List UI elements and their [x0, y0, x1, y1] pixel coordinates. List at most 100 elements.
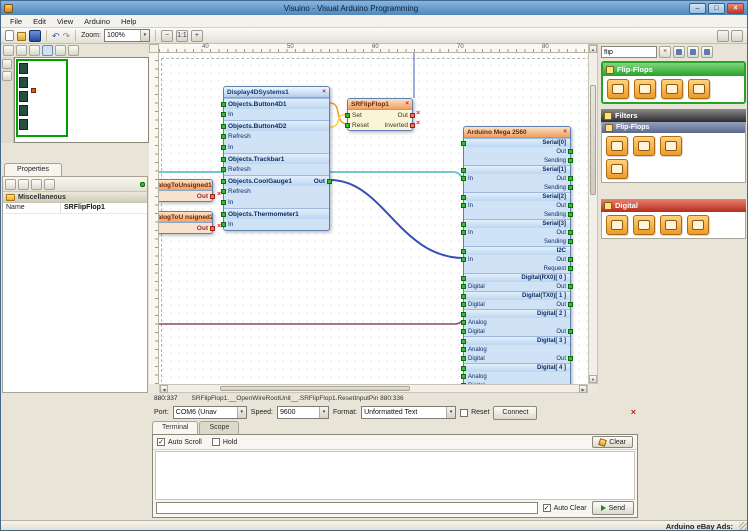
input-pin[interactable]	[221, 124, 226, 129]
undo-icon[interactable]: ↶	[52, 30, 60, 42]
input-pin[interactable]	[345, 113, 350, 118]
tab-properties[interactable]: Properties	[4, 163, 62, 176]
hold-checkbox[interactable]: Hold	[212, 438, 237, 446]
output-pin[interactable]	[210, 194, 215, 199]
navigator-tool-icon[interactable]	[3, 45, 14, 56]
checkbox-box[interactable]	[460, 409, 468, 417]
menu-item[interactable]: View	[52, 16, 79, 27]
scroll-right-icon[interactable]: ▶	[579, 385, 587, 393]
output-pin[interactable]	[568, 230, 573, 235]
filter-component-icon[interactable]	[660, 136, 682, 156]
wire-coolgauge-i2c[interactable]	[330, 180, 464, 258]
input-pin[interactable]	[461, 302, 466, 307]
scroll-up-icon[interactable]: ▲	[589, 45, 597, 53]
component-header[interactable]: AnalogToUnsigned1	[159, 180, 212, 191]
input-pin[interactable]	[461, 356, 466, 361]
input-pin[interactable]	[461, 168, 466, 173]
flipflop-component-icon[interactable]	[688, 79, 710, 99]
pan-tool-icon[interactable]	[2, 59, 12, 69]
input-pin[interactable]	[221, 167, 226, 172]
minimize-button[interactable]: –	[689, 3, 706, 14]
input-pin[interactable]	[461, 230, 466, 235]
output-pin[interactable]	[568, 176, 573, 181]
input-pin[interactable]	[461, 312, 466, 317]
component-analogtounsigned2[interactable]: AnalogToU nsigned2 Out	[159, 211, 213, 234]
output-pin[interactable]	[568, 257, 573, 262]
horizontal-scrollbar[interactable]: ◀ ▶	[159, 384, 588, 393]
input-pin[interactable]	[461, 257, 466, 262]
input-pin[interactable]	[461, 366, 466, 371]
component-arduino-mega-2560[interactable]: Arduino Mega 2560 × Serial[0]	[463, 126, 571, 384]
chevron-down-icon[interactable]: ▾	[140, 30, 149, 41]
flipflop-component-icon[interactable]	[661, 79, 683, 99]
input-pin[interactable]	[461, 374, 466, 379]
output-pin[interactable]	[568, 266, 573, 271]
output-pin[interactable]	[568, 185, 573, 190]
output-pin[interactable]	[568, 203, 573, 208]
navigator-tool-icon[interactable]	[16, 45, 27, 56]
input-pin[interactable]	[461, 222, 466, 227]
vertical-scrollbar[interactable]: ▲ ▼	[588, 44, 598, 384]
output-pin[interactable]	[568, 302, 573, 307]
select-tool-icon[interactable]	[2, 71, 12, 81]
navigator-tool-icon[interactable]	[29, 45, 40, 56]
checkbox-box[interactable]: ✓	[157, 438, 165, 446]
zoom-in-icon[interactable]: +	[191, 30, 203, 42]
input-pin[interactable]	[461, 249, 466, 254]
input-pin[interactable]	[221, 102, 226, 107]
navigator-thumbnail[interactable]	[14, 57, 149, 143]
expand-all-icon[interactable]	[687, 46, 699, 58]
settings-icon[interactable]	[731, 30, 743, 42]
zoom-out-icon[interactable]: −	[161, 30, 173, 42]
scroll-left-icon[interactable]: ◀	[160, 385, 168, 393]
input-pin[interactable]	[461, 284, 466, 289]
speed-select[interactable]: 9600 ▾	[277, 406, 329, 419]
component-header[interactable]: AnalogToU nsigned2	[159, 212, 212, 223]
properties-sort-icon[interactable]	[18, 179, 29, 190]
auto-clear-checkbox[interactable]: ✓ Auto Clear	[543, 504, 587, 512]
input-pin[interactable]	[221, 222, 226, 227]
filter-component-icon[interactable]	[633, 136, 655, 156]
toggle-panel-icon[interactable]	[717, 30, 729, 42]
menu-item[interactable]: Arduino	[79, 16, 116, 27]
output-pin[interactable]	[210, 226, 215, 231]
chevron-down-icon[interactable]: ▾	[237, 407, 246, 418]
output-pin[interactable]	[410, 123, 415, 128]
pin-panel-icon[interactable]	[140, 182, 145, 187]
input-pin[interactable]	[221, 112, 226, 117]
category-header-filters[interactable]: Filters	[601, 109, 746, 122]
input-pin[interactable]	[221, 134, 226, 139]
input-pin[interactable]	[461, 347, 466, 352]
navigator-viewport[interactable]	[16, 59, 68, 137]
digital-component-icon[interactable]	[606, 215, 628, 235]
grid-toggle-icon[interactable]	[42, 45, 53, 56]
checkbox-box[interactable]: ✓	[543, 504, 551, 512]
reset-checkbox[interactable]: Reset	[460, 409, 489, 417]
category-header-flip-flops[interactable]: Flip-Flops	[603, 63, 744, 76]
input-pin[interactable]	[461, 203, 466, 208]
component-header[interactable]: Arduino Mega 2560 ×	[464, 127, 570, 138]
chevron-down-icon[interactable]: ▾	[446, 407, 455, 418]
input-pin[interactable]	[221, 179, 226, 184]
component-header[interactable]: Display4DSystems1 ×	[224, 87, 329, 98]
property-category-row[interactable]: Miscellaneous	[3, 192, 147, 203]
redo-icon[interactable]: ↷	[63, 30, 71, 42]
flipflop-component-icon[interactable]	[634, 79, 656, 99]
output-pin[interactable]	[568, 149, 573, 154]
menu-item[interactable]: Help	[116, 16, 142, 27]
input-pin[interactable]	[461, 276, 466, 281]
open-file-icon[interactable]	[17, 32, 26, 41]
digital-component-icon[interactable]	[660, 215, 682, 235]
format-select[interactable]: Unformatted Text ▾	[361, 406, 456, 419]
close-component-icon[interactable]: ×	[563, 129, 567, 136]
output-pin[interactable]	[568, 284, 573, 289]
input-pin[interactable]	[221, 145, 226, 150]
save-icon[interactable]	[29, 30, 41, 42]
resize-grip[interactable]	[739, 522, 748, 531]
component-header[interactable]: SRFlipFlop1 ×	[348, 99, 412, 110]
scrollbar-thumb[interactable]	[590, 85, 596, 195]
input-pin[interactable]	[461, 329, 466, 334]
navigator-tool-icon[interactable]	[68, 45, 79, 56]
filter-component-icon[interactable]	[606, 136, 628, 156]
input-pin[interactable]	[221, 200, 226, 205]
